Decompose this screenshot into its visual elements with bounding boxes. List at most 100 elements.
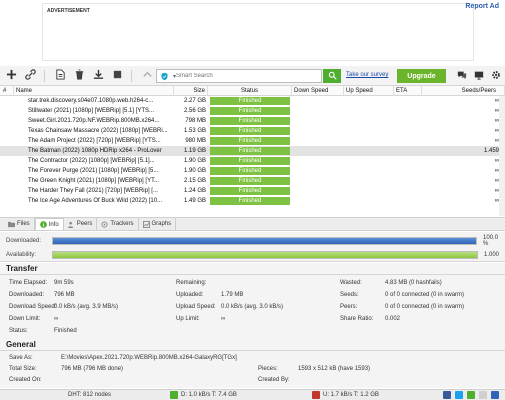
tab-graphs[interactable]: Graphs [139, 218, 177, 230]
availability-progress-row: Availability: 1.000 [0, 249, 505, 261]
tab-trackers[interactable]: Trackers [97, 218, 139, 230]
column-header-seeds-peers[interactable]: Seeds/Peers [422, 86, 505, 96]
column-header-status[interactable]: Status [208, 86, 292, 96]
column-header-eta[interactable]: ETA [394, 86, 422, 96]
search-input[interactable] [176, 73, 305, 79]
torrent-name: star.trek.discovery.s04e07.1080p.web.h26… [28, 98, 154, 104]
availability-label: Availability: [6, 252, 36, 258]
status-bar: Finished [210, 127, 290, 135]
survey-link[interactable]: Take our survey [346, 72, 388, 78]
torrent-row[interactable]: The Ice Age Adventures Of Buck Wild (202… [0, 196, 505, 206]
torrent-row[interactable]: star.trek.discovery.s04e07.1080p.web.h26… [0, 96, 505, 106]
ad-area: ADVERTISEMENT Report Ad [0, 0, 505, 66]
status-bar: Finished [210, 187, 290, 195]
downloaded-bar [51, 237, 478, 245]
add-url-button[interactable] [22, 68, 38, 84]
peers-field: Peers: 0 of 0 connected (0 in swarm) [340, 304, 465, 310]
torrent-row[interactable]: The Green Knight (2021) [1080p] [WEBRip]… [0, 176, 505, 186]
torrent-seeds: ∞ [494, 128, 499, 134]
info-details: Transfer Time Elapsed: 9m 59s Downloaded:… [0, 263, 505, 388]
torrent-name: Texas Chainsaw Massacre (2022) [1080p] [… [28, 128, 168, 134]
upload-speed-field: Upload Speed: 0.0 kB/s (avg. 3.0 kB/s) [176, 304, 284, 310]
torrent-name: The Contractor (2022) [1080p] [WEBRip] [… [28, 158, 155, 164]
torrent-size: 2.56 GB [183, 108, 206, 114]
warning-icon[interactable] [479, 391, 487, 399]
ad-banner[interactable]: ADVERTISEMENT [42, 3, 474, 61]
tab-info[interactable]: Info [34, 218, 64, 230]
chat-icon [457, 70, 467, 82]
search-icon [328, 71, 337, 82]
stop-button[interactable] [109, 68, 125, 84]
torrent-seeds: ∞ [494, 168, 499, 174]
search-button[interactable] [323, 69, 341, 83]
facebook-icon[interactable] [443, 391, 451, 399]
android-icon[interactable] [467, 391, 475, 399]
settings-button[interactable] [489, 69, 503, 83]
upload-status-icon [312, 391, 320, 399]
torrent-row[interactable]: The Adam Project (2022) [720p] [WEBRip] … [0, 136, 505, 146]
network-icon[interactable] [491, 391, 499, 399]
status-bar: Finished [210, 137, 290, 145]
torrent-row[interactable]: Texas Chainsaw Massacre (2022) [1080p] [… [0, 126, 505, 136]
peers-icon [67, 221, 75, 228]
download-button[interactable] [90, 68, 106, 84]
tab-peers[interactable]: Peers [64, 218, 98, 230]
torrent-row[interactable]: The Harder They Fall (2021) [720p] [WEBR… [0, 186, 505, 196]
column-header-down-speed[interactable]: Down Speed [292, 86, 344, 96]
torrent-size: 1.90 GB [183, 158, 206, 164]
plus-icon [6, 69, 17, 82]
status-field: Status: Finished [9, 328, 77, 334]
torrent-list: # Name Size Status Down Speed Up Speed E… [0, 86, 505, 216]
created-by-field: Created By: [258, 377, 290, 383]
torrent-size: 1.49 GB [183, 198, 206, 204]
torrent-name: The Batman (2022) 1080p HDRip x264 - Pro… [28, 148, 162, 154]
detail-tabs: Files Info Peers Trackers Graphs [0, 217, 505, 231]
torrent-name: The Adam Project (2022) [720p] [WEBRip] … [28, 138, 161, 144]
report-ad-link[interactable]: Report Ad [465, 3, 499, 10]
save-as-field: Save As: E:\Movies\Apex.2021.720p.WEBRip.… [9, 355, 237, 361]
status-bar: Finished [210, 157, 290, 165]
column-header-up-speed[interactable]: Up Speed [344, 86, 394, 96]
create-torrent-button[interactable] [52, 68, 68, 84]
status-bar: Finished [210, 97, 290, 105]
torrent-size: 1.24 GB [183, 188, 206, 194]
folder-icon [8, 221, 15, 228]
upgrade-button[interactable]: Upgrade [397, 69, 446, 83]
torrent-row[interactable]: The Forever Purge (2021) [1080p] [WEBRip… [0, 166, 505, 176]
torrent-size: 798 MB [185, 118, 206, 124]
torrent-name: The Harder They Fall (2021) [720p] [WEBR… [28, 188, 158, 194]
move-up-button[interactable] [139, 68, 155, 84]
column-header-number[interactable]: # [0, 86, 14, 96]
status-bar: Finished [210, 197, 290, 205]
remove-button[interactable] [71, 68, 87, 84]
column-header-size[interactable]: Size [174, 86, 208, 96]
created-on-field: Created On: [9, 377, 42, 383]
status-bar: Finished [210, 117, 290, 125]
tab-files[interactable]: Files [4, 218, 35, 230]
torrent-row[interactable]: Stillwater (2021) [1080p] [WEBRip] [5.1]… [0, 106, 505, 116]
torrent-row[interactable]: The Contractor (2022) [1080p] [WEBRip] [… [0, 156, 505, 166]
torrent-seeds: ∞ [494, 138, 499, 144]
add-torrent-button[interactable] [3, 68, 19, 84]
twitter-icon[interactable] [455, 391, 463, 399]
down-limit-field: Down Limit: ∞ [9, 316, 59, 322]
download-speed-field: Download Speed:0.0 kB/s (avg. 3.9 MB/s) [9, 304, 119, 310]
upload-status[interactable]: U: 1.7 kB/s T: 1.2 GB [323, 392, 379, 398]
progress-panel: Downloaded: 100.0 % Availability: 1.000 [0, 232, 505, 262]
list-scrollbar[interactable] [499, 96, 505, 216]
torrent-seeds: ∞ [494, 108, 499, 114]
seeds-field: Seeds: 0 of 0 connected (0 in swarm) [340, 292, 465, 298]
remote-button[interactable] [472, 69, 486, 83]
downloaded-progress-row: Downloaded: 100.0 % [0, 235, 505, 247]
chat-button[interactable] [455, 69, 469, 83]
download-status[interactable]: D: 1.0 kB/s T: 7.4 GB [181, 392, 237, 398]
toolbar-divider [131, 69, 132, 82]
torrent-row-selected[interactable]: The Batman (2022) 1080p HDRip x264 - Pro… [0, 146, 505, 156]
stop-icon [112, 69, 123, 82]
link-icon [24, 69, 36, 82]
torrent-row[interactable]: Sweet.Girl.2021.720p.NF.WEBRip.800MB.x26… [0, 116, 505, 126]
column-header-name[interactable]: Name [14, 86, 174, 96]
dht-status[interactable]: DHT: 812 nodes [68, 392, 111, 398]
monitor-icon [474, 70, 484, 82]
graph-icon [142, 220, 150, 228]
